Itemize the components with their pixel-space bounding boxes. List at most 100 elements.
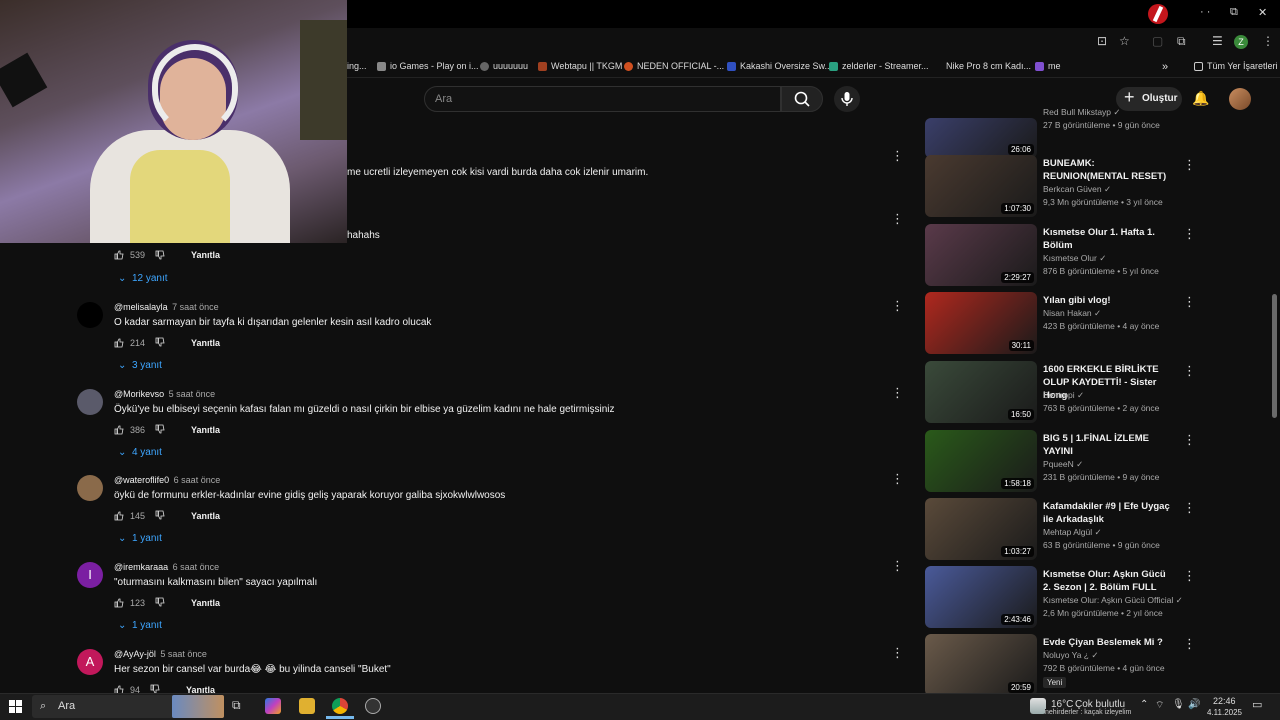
related-video[interactable]: 2:29:27 Kısmetse Olur 1. Hafta 1. Bölüm Kı…	[925, 224, 1215, 286]
bookmark-item[interactable]: Nike Pro 8 cm Kadı...	[946, 61, 1031, 71]
comment-menu-icon[interactable]: ⋮	[891, 212, 904, 227]
related-video[interactable]: 2:43:46 Kısmetse Olur: Aşkın Gücü 2. Sezo…	[925, 566, 1215, 628]
bookmark-item[interactable]: Webtapu || TKGM	[538, 61, 622, 71]
microphone-tray-icon[interactable]: 🎙	[1172, 699, 1185, 710]
video-title[interactable]: Kısmetse Olur 1. Hafta 1. Bölüm	[1043, 226, 1175, 252]
related-video[interactable]: 1:03:27 Kafamdakiler #9 | Efe Uygaç ile A…	[925, 498, 1215, 560]
video-channel[interactable]: Kısmetse Olur: Aşkın Gücü Official ✓	[1043, 595, 1183, 606]
related-video[interactable]: 20:59 Evde Çiyan Beslemek Mi ? Noluyo Ya ¿…	[925, 634, 1215, 696]
bookmark-item[interactable]: io Games - Play on i...	[377, 61, 479, 71]
task-view-icon[interactable]: ⧉	[232, 698, 248, 714]
video-menu-icon[interactable]: ⋮	[1183, 226, 1196, 242]
extensions-icon[interactable]: ⧉	[1177, 34, 1186, 49]
related-video[interactable]: 1:07:30 BUNEAMK: REUNION(MENTAL RESET) Ber…	[925, 155, 1215, 217]
comment-menu-icon[interactable]: ⋮	[891, 472, 904, 487]
notifications-bell-icon[interactable]: 🔔	[1192, 90, 1209, 107]
bookmark-item[interactable]: me	[1035, 61, 1061, 71]
comment-author[interactable]: @melisalayla	[114, 302, 168, 312]
replies-toggle[interactable]: ⌄ 4 yanıt	[118, 447, 162, 458]
scrollbar-thumb[interactable]	[1272, 294, 1277, 418]
like-icon[interactable]	[114, 338, 124, 348]
comment-avatar[interactable]	[77, 475, 103, 502]
video-title[interactable]: Kafamdakiler #9 | Efe Uygaç ile Arkadaşl…	[1043, 500, 1175, 526]
video-channel[interactable]: Berkcan Güven ✓	[1043, 184, 1111, 195]
video-thumbnail[interactable]: 2:29:27	[925, 224, 1037, 286]
windows-start-icon[interactable]	[9, 700, 22, 713]
account-avatar[interactable]	[1229, 88, 1251, 110]
clock-date[interactable]: 4.11.2025	[1207, 708, 1242, 717]
related-video[interactable]: 1:58:18 BIG 5 | 1.FİNAL İZLEME YAYINI Pque…	[925, 430, 1215, 492]
bookmark-item[interactable]: zelderler - Streamer...	[829, 61, 929, 71]
dislike-button[interactable]	[145, 424, 171, 436]
comment-time[interactable]: 5 saat önce	[166, 389, 216, 399]
comment-avatar[interactable]: A	[77, 648, 103, 675]
dislike-icon[interactable]	[155, 337, 165, 347]
file-explorer-icon[interactable]	[299, 698, 315, 714]
reply-button[interactable]: Yanıtla	[191, 598, 220, 608]
comment-author[interactable]: @wateroflife0	[114, 475, 169, 485]
video-title[interactable]: BIG 5 | 1.FİNAL İZLEME YAYINI	[1043, 432, 1175, 458]
related-video[interactable]: 16:50 1600 ERKEKLE BİRLİKTE OLUP KAYDETTİ…	[925, 361, 1215, 423]
like-icon[interactable]	[114, 511, 124, 521]
search-button[interactable]	[781, 86, 823, 112]
reply-button[interactable]: Yanıtla	[191, 425, 220, 435]
chrome-icon[interactable]	[332, 698, 348, 714]
replies-toggle[interactable]: ⌄ 3 yanıt	[118, 360, 162, 371]
video-menu-icon[interactable]: ⋮	[1183, 157, 1196, 173]
comment-time[interactable]: 6 saat önce	[170, 562, 220, 572]
video-channel[interactable]: Bentropi ✓	[1043, 390, 1084, 401]
video-thumbnail[interactable]: 26:06	[925, 118, 1037, 158]
profile-avatar[interactable]: Z	[1234, 35, 1248, 49]
bookmark-item[interactable]: NEDEN OFFICIAL -...	[624, 61, 724, 71]
tray-chevron-icon[interactable]: ⌃	[1140, 699, 1148, 710]
replies-toggle[interactable]: ⌄ 12 yanıt	[118, 273, 168, 284]
dislike-icon[interactable]	[155, 250, 165, 260]
dislike-icon[interactable]	[155, 510, 165, 520]
bookmark-item[interactable]: ing...	[347, 61, 367, 71]
video-thumbnail[interactable]: 1:07:30	[925, 155, 1037, 217]
comment-menu-icon[interactable]: ⋮	[891, 149, 904, 164]
comment-menu-icon[interactable]: ⋮	[891, 386, 904, 401]
like-icon[interactable]	[114, 598, 124, 608]
search-input[interactable]: Ara	[424, 86, 781, 112]
dislike-button[interactable]	[145, 597, 171, 609]
bookmark-item[interactable]: uuuuuuu	[480, 61, 528, 71]
copilot-icon[interactable]	[265, 698, 281, 714]
replies-toggle[interactable]: ⌄ 1 yanıt	[118, 533, 162, 544]
video-title[interactable]: Kısmetse Olur: Aşkın Gücü 2. Sezon | 2. …	[1043, 568, 1175, 594]
video-menu-icon[interactable]: ⋮	[1183, 432, 1196, 448]
video-thumbnail[interactable]: 20:59	[925, 634, 1037, 696]
video-thumbnail[interactable]: 16:50	[925, 361, 1037, 423]
speaker-icon[interactable]: 🔊	[1188, 699, 1200, 710]
video-menu-icon[interactable]: ⋮	[1183, 294, 1196, 310]
network-icon[interactable]: ⌔	[1155, 699, 1164, 712]
weather-cloud-icon[interactable]	[1030, 698, 1046, 714]
restore-icon[interactable]: ⧉	[1230, 6, 1238, 19]
video-menu-icon[interactable]: ⋮	[1183, 636, 1196, 652]
video-menu-icon[interactable]: ⋮	[1183, 500, 1196, 516]
page-scrollbar[interactable]	[1270, 120, 1278, 690]
replies-toggle[interactable]: ⌄ 1 yanıt	[118, 620, 162, 631]
obs-icon[interactable]	[365, 698, 381, 714]
comment-author[interactable]: @iremkaraaa	[114, 562, 168, 572]
media-controls-icon[interactable]: ☰	[1212, 34, 1223, 48]
voice-search-button[interactable]	[834, 86, 860, 112]
comment-menu-icon[interactable]: ⋮	[891, 299, 904, 314]
comment-author[interactable]: @AyAy-jöl	[114, 649, 156, 659]
clock-time[interactable]: 22:46	[1213, 696, 1236, 706]
video-channel[interactable]: Nisan Hakan ✓	[1043, 308, 1101, 319]
reply-button[interactable]: Yanıtla	[191, 250, 220, 260]
video-thumbnail[interactable]: 30:11	[925, 292, 1037, 354]
video-title[interactable]: Evde Çiyan Beslemek Mi ?	[1043, 636, 1175, 649]
notification-center-icon[interactable]: ▭	[1252, 698, 1262, 711]
video-title[interactable]: Yılan gibi vlog!	[1043, 294, 1175, 307]
video-channel[interactable]: Mehtap Algül ✓	[1043, 527, 1102, 538]
dislike-icon[interactable]	[155, 597, 165, 607]
dislike-icon[interactable]	[155, 424, 165, 434]
video-thumbnail[interactable]: 2:43:46	[925, 566, 1037, 628]
bookmark-star-icon[interactable]: ☆	[1119, 34, 1130, 48]
comment-time[interactable]: 6 saat önce	[171, 475, 221, 485]
menu-kebab-icon[interactable]: ⋮	[1262, 34, 1274, 48]
close-icon[interactable]: ✕	[1258, 6, 1267, 19]
comment-avatar[interactable]: I	[77, 562, 103, 589]
